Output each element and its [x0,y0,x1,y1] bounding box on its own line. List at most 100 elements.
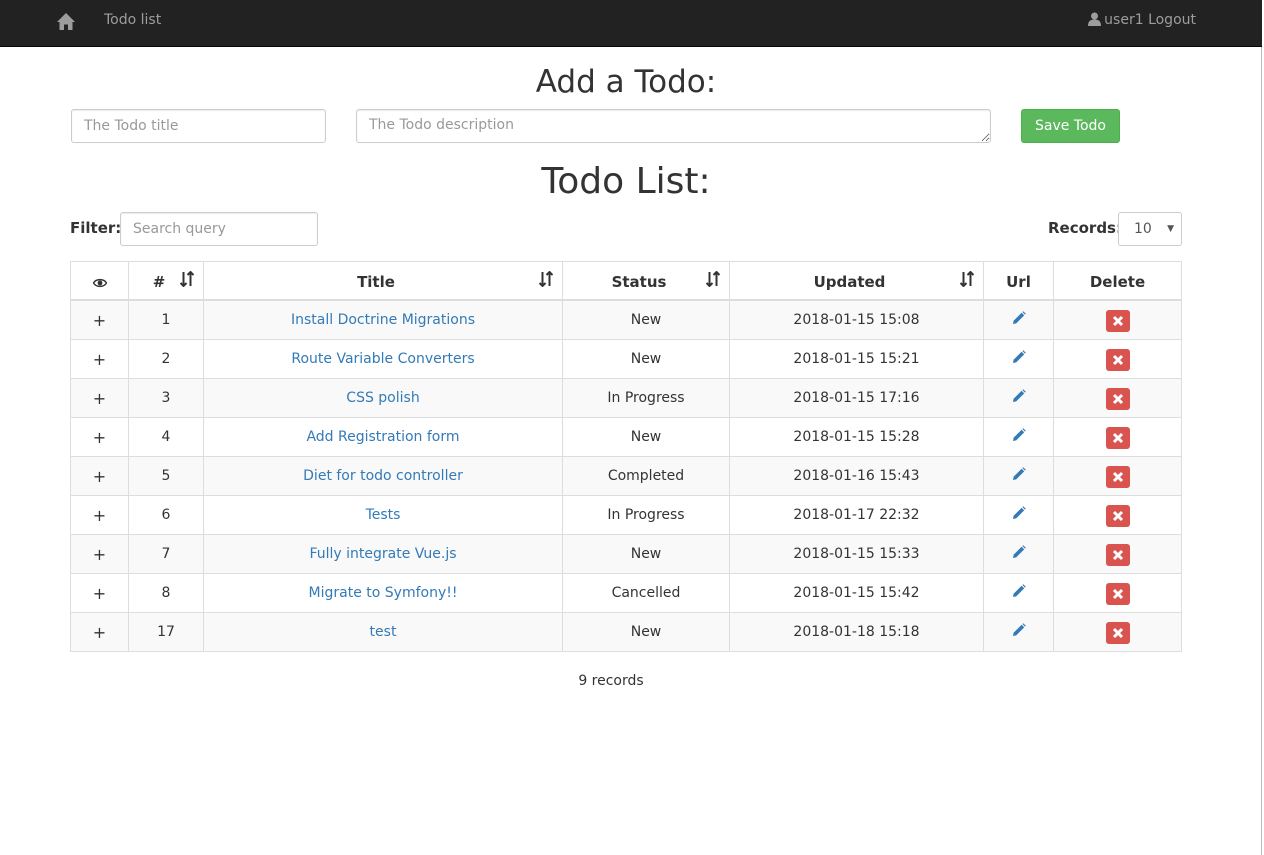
home-icon[interactable] [56,12,76,32]
edit-pencil-icon[interactable] [1012,389,1026,407]
sort-icon[interactable] [539,271,553,287]
table-body: +1 Install Doctrine Migrations New 2018-01-… [70,299,1182,652]
todo-title-link[interactable]: Route Variable Converters [291,351,474,367]
expand-row-toggle[interactable]: + [93,311,106,330]
delete-button[interactable] [1105,466,1130,488]
delete-button[interactable] [1105,505,1130,527]
column-header-status[interactable]: Status [562,261,730,301]
sort-icon[interactable] [180,271,194,287]
column-header-status-label: Status [611,272,667,291]
table-header-row: # Title Status Updated Url Delete [70,261,1182,301]
expand-row-toggle[interactable]: + [93,350,106,369]
delete-button[interactable] [1105,310,1130,332]
cell-status: New [562,534,730,574]
todo-title-link[interactable]: Install Doctrine Migrations [291,312,475,328]
edit-pencil-icon[interactable] [1012,428,1026,446]
column-header-delete: Delete [1053,261,1182,301]
user-logout-label: user1 Logout [1104,12,1196,28]
sort-icon[interactable] [706,271,720,287]
table-row: +1 Install Doctrine Migrations New 2018-01-… [70,299,1182,340]
nav-brand-link[interactable]: Todo list [104,12,161,28]
edit-pencil-icon[interactable] [1012,506,1026,524]
edit-pencil-icon[interactable] [1012,311,1026,329]
cell-updated: 2018-01-15 15:08 [729,299,984,340]
cell-expand: + [70,612,129,652]
column-header-title[interactable]: Title [203,261,563,301]
edit-pencil-icon[interactable] [1012,467,1026,485]
todo-title-link[interactable]: CSS polish [346,390,419,406]
edit-pencil-icon[interactable] [1012,584,1026,602]
expand-row-toggle[interactable]: + [93,428,106,447]
todo-title-link[interactable]: Diet for todo controller [303,468,463,484]
cell-delete [1053,417,1182,457]
save-todo-button[interactable]: Save Todo [1021,109,1120,143]
todo-title-link[interactable]: Migrate to Symfony!! [309,585,458,601]
cell-status: In Progress [562,495,730,535]
records-per-page-select[interactable]: 10 ▼ [1118,212,1182,246]
search-input[interactable] [120,212,318,246]
caret-down-icon: ▼ [1167,224,1174,234]
cell-updated: 2018-01-15 15:42 [729,573,984,613]
edit-pencil-icon[interactable] [1012,623,1026,641]
user-logout-link[interactable]: user1 Logout [1088,12,1196,28]
column-header-updated[interactable]: Updated [729,261,984,301]
cell-delete [1053,378,1182,418]
cell-url [983,573,1054,613]
delete-button[interactable] [1105,427,1130,449]
cell-number: 7 [128,534,204,574]
sort-icon[interactable] [960,271,974,287]
column-header-url-label: Url [1006,272,1031,291]
cell-delete [1053,299,1182,340]
todo-title-link[interactable]: test [370,624,397,640]
cell-url [983,534,1054,574]
edit-pencil-icon[interactable] [1012,350,1026,368]
table-row: +2 Route Variable Converters New 2018-01-15… [70,339,1182,379]
cell-updated: 2018-01-18 15:18 [729,612,984,652]
cell-updated: 2018-01-17 22:32 [729,495,984,535]
cell-number: 8 [128,573,204,613]
expand-row-toggle[interactable]: + [93,506,106,525]
cell-expand: + [70,339,129,379]
cell-number: 1 [128,299,204,340]
cell-updated: 2018-01-15 17:16 [729,378,984,418]
delete-button[interactable] [1105,583,1130,605]
cell-number: 2 [128,339,204,379]
todo-title-input[interactable] [71,109,326,143]
expand-row-toggle[interactable]: + [93,467,106,486]
column-header-visible[interactable] [70,261,129,301]
cell-url [983,495,1054,535]
delete-button[interactable] [1105,349,1130,371]
cell-delete [1053,534,1182,574]
todo-title-link[interactable]: Fully integrate Vue.js [309,546,456,562]
column-header-number[interactable]: # [128,261,204,301]
delete-button[interactable] [1105,544,1130,566]
column-header-title-label: Title [357,272,395,291]
delete-button[interactable] [1105,622,1130,644]
delete-button[interactable] [1105,388,1130,410]
page-edge [1261,47,1262,855]
cell-expand: + [70,495,129,535]
user-icon [1088,12,1102,26]
add-todo-heading: Add a Todo: [535,64,717,100]
table-row: +17 test New 2018-01-18 15:18 [70,612,1182,652]
cell-status: Completed [562,456,730,496]
expand-row-toggle[interactable]: + [93,623,106,642]
todo-description-input[interactable] [356,109,991,143]
table-row: +6 Tests In Progress 2018-01-17 22:32 [70,495,1182,535]
expand-row-toggle[interactable]: + [93,584,106,603]
expand-row-toggle[interactable]: + [93,389,106,408]
cell-title: test [203,612,563,652]
cell-status: New [562,299,730,340]
todo-title-link[interactable]: Tests [366,507,401,523]
expand-row-toggle[interactable]: + [93,545,106,564]
column-header-updated-label: Updated [813,272,886,291]
cell-updated: 2018-01-15 15:28 [729,417,984,457]
cell-url [983,299,1054,340]
table-row: +8 Migrate to Symfony!! Cancelled 2018-01-1… [70,573,1182,613]
cell-expand: + [70,378,129,418]
cell-status: Cancelled [562,573,730,613]
todo-title-link[interactable]: Add Registration form [306,429,459,445]
cell-delete [1053,495,1182,535]
edit-pencil-icon[interactable] [1012,545,1026,563]
cell-title: CSS polish [203,378,563,418]
